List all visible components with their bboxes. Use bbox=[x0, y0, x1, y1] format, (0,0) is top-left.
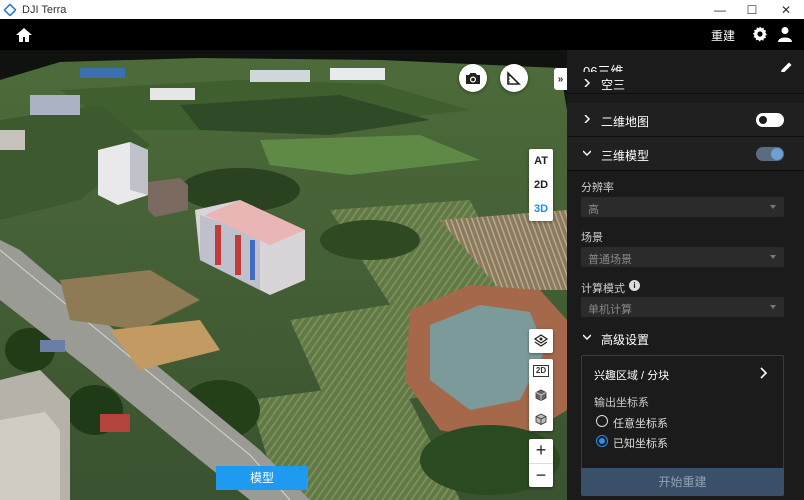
compute-mode-select[interactable]: 单机计算 bbox=[581, 297, 784, 317]
zoom-out-button[interactable]: − bbox=[529, 463, 553, 487]
layer-toggle-button[interactable] bbox=[529, 329, 553, 353]
scene-label: 场景 bbox=[581, 232, 603, 244]
tool-2d-label: 2D bbox=[532, 365, 550, 377]
model-viewer[interactable]: » AT 2D 3D 2D + − 模型 bbox=[0, 50, 567, 500]
rebuild-menu-item[interactable]: 重建 bbox=[711, 27, 735, 44]
section-map2d[interactable]: 二维地图 bbox=[567, 103, 804, 137]
view-mode-at[interactable]: AT bbox=[529, 149, 553, 173]
camera-icon bbox=[466, 73, 480, 84]
chevron-right-icon bbox=[584, 79, 591, 87]
view-mode-3d[interactable]: 3D bbox=[529, 197, 553, 221]
settings-panel: 06三维 空三 二维地图 三维模型 分辨率 高 场景 普通场景 计算模式 i 单… bbox=[567, 50, 804, 500]
view-mode-switch: AT 2D 3D bbox=[529, 149, 553, 221]
zoom-in-button[interactable]: + bbox=[529, 439, 553, 463]
app-logo-icon bbox=[3, 2, 17, 17]
chevron-right-icon[interactable] bbox=[759, 367, 769, 379]
crs-option-known-label: 已知坐标系 bbox=[613, 438, 668, 450]
section-advanced-label: 高级设置 bbox=[601, 333, 650, 347]
zoom-controls: + − bbox=[529, 439, 553, 487]
gear-icon[interactable] bbox=[752, 26, 768, 42]
cube-wire-icon bbox=[535, 413, 547, 425]
camera-button[interactable] bbox=[459, 64, 487, 92]
scene-select[interactable]: 普通场景 bbox=[581, 247, 784, 267]
output-crs-label: 输出坐标系 bbox=[594, 397, 649, 409]
home-icon[interactable] bbox=[14, 25, 34, 45]
radio-unchecked[interactable] bbox=[596, 415, 608, 427]
reconstructed-3d-model bbox=[0, 50, 567, 500]
chevron-right-icon bbox=[584, 115, 591, 123]
section-model3d-label: 三维模型 bbox=[601, 149, 650, 163]
caret-down-icon bbox=[770, 305, 776, 309]
resolution-value: 高 bbox=[588, 204, 599, 216]
crs-option-any-label: 任意坐标系 bbox=[613, 418, 668, 430]
cube-solid-button[interactable] bbox=[529, 383, 553, 407]
user-icon[interactable] bbox=[777, 26, 793, 42]
resolution-select[interactable]: 高 bbox=[581, 197, 784, 217]
chevron-down-icon bbox=[583, 150, 591, 157]
resolution-label: 分辨率 bbox=[581, 182, 614, 194]
caret-down-icon bbox=[770, 205, 776, 209]
window-titlebar: DJI Terra — ☐ ✕ bbox=[0, 0, 804, 19]
radio-checked[interactable] bbox=[596, 435, 608, 447]
chevron-down-icon bbox=[583, 334, 591, 341]
compute-mode-value: 单机计算 bbox=[588, 304, 632, 316]
caret-down-icon bbox=[770, 255, 776, 259]
window-title: DJI Terra bbox=[22, 3, 67, 16]
scene-value: 普通场景 bbox=[588, 254, 632, 266]
model3d-toggle[interactable] bbox=[756, 147, 784, 161]
section-aerial-label: 空三 bbox=[601, 78, 626, 92]
roi-block-link[interactable]: 兴趣区域 / 分块 bbox=[594, 367, 669, 383]
measure-icon bbox=[507, 71, 521, 85]
cube-wire-button[interactable] bbox=[529, 407, 553, 431]
section-map2d-label: 二维地图 bbox=[601, 115, 650, 129]
collapse-panel-button[interactable]: » bbox=[554, 68, 567, 90]
minimize-button[interactable]: — bbox=[702, 0, 738, 19]
cube-solid-icon bbox=[535, 389, 547, 401]
top-app-bar: 重建 bbox=[0, 19, 804, 50]
section-aerial[interactable]: 空三 bbox=[567, 72, 804, 94]
measure-button[interactable] bbox=[500, 64, 528, 92]
model-tools: 2D bbox=[529, 359, 553, 431]
compute-mode-label: 计算模式 bbox=[581, 283, 625, 295]
info-icon[interactable]: i bbox=[629, 280, 640, 291]
section-advanced[interactable]: 高级设置 bbox=[567, 321, 804, 355]
view-mode-2d[interactable]: 2D bbox=[529, 173, 553, 197]
map2d-toggle[interactable] bbox=[756, 113, 784, 127]
tool-2d-button[interactable]: 2D bbox=[529, 359, 553, 383]
advanced-settings-box: 兴趣区域 / 分块 输出坐标系 任意坐标系 已知坐标系 bbox=[581, 355, 784, 470]
layers-icon bbox=[533, 334, 549, 347]
section-model3d[interactable]: 三维模型 bbox=[567, 137, 804, 171]
maximize-button[interactable]: ☐ bbox=[734, 0, 770, 19]
close-button[interactable]: ✕ bbox=[768, 0, 804, 19]
start-rebuild-button[interactable]: 开始重建 bbox=[581, 468, 784, 496]
model-mode-button[interactable]: 模型 bbox=[216, 466, 308, 490]
